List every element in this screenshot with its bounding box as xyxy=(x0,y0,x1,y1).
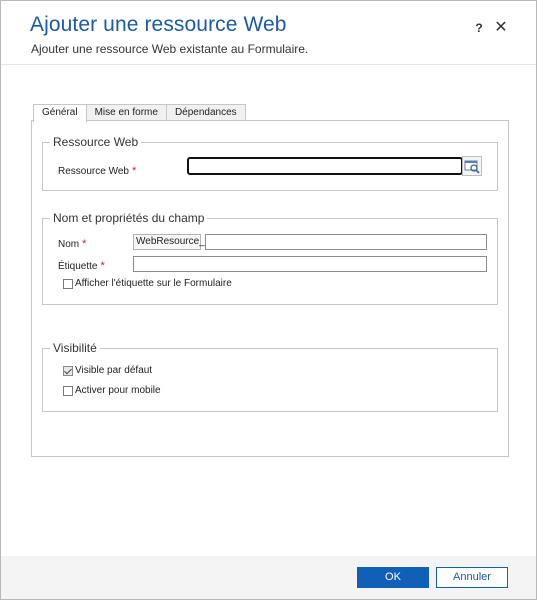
show-label-option[interactable]: Afficher l'étiquette sur le Formulaire xyxy=(63,278,232,289)
close-icon[interactable]: ✕ xyxy=(493,19,509,37)
required-asterisk: * xyxy=(82,238,87,250)
tab-dependencies[interactable]: Dépendances xyxy=(165,104,246,121)
required-asterisk: * xyxy=(131,165,137,177)
web-resource-label-text: Ressource Web xyxy=(58,166,129,177)
field-properties-legend: Nom et propriétés du champ xyxy=(53,211,205,225)
header-divider xyxy=(1,64,536,65)
show-label-text: Afficher l'étiquette sur le Formulaire xyxy=(75,278,232,289)
enable-mobile-text: Activer pour mobile xyxy=(75,385,161,396)
cancel-button[interactable]: Annuler xyxy=(436,567,508,588)
name-field-label: Nom * xyxy=(58,238,86,250)
name-prefix: WebResource_ xyxy=(133,234,205,250)
web-resource-field-label: Ressource Web * xyxy=(58,165,136,177)
lookup-icon xyxy=(464,160,480,174)
web-resource-legend: Ressource Web xyxy=(53,135,139,149)
tab-strip: Général Mise en forme Dépendances xyxy=(33,104,246,122)
enable-mobile-checkbox[interactable] xyxy=(63,385,73,396)
tab-formatting[interactable]: Mise en forme xyxy=(85,104,167,121)
label-field-label: Étiquette * xyxy=(58,260,105,272)
visibility-legend: Visibilité xyxy=(53,341,97,355)
web-resource-input[interactable] xyxy=(187,157,463,175)
add-web-resource-dialog: Ajouter une ressource Web Ajouter une re… xyxy=(0,0,537,600)
name-label-text: Nom xyxy=(58,239,80,250)
label-label-text: Étiquette xyxy=(58,261,98,272)
lookup-button[interactable] xyxy=(462,156,482,176)
visible-default-checkbox[interactable] xyxy=(63,365,73,376)
tab-general[interactable]: Général xyxy=(33,104,87,122)
ok-button[interactable]: OK xyxy=(357,567,429,588)
required-asterisk: * xyxy=(100,260,105,272)
visibility-section: Visibilité xyxy=(42,341,498,412)
name-input[interactable] xyxy=(205,234,487,250)
enable-mobile-option[interactable]: Activer pour mobile xyxy=(63,385,161,396)
dialog-title: Ajouter une ressource Web xyxy=(30,13,287,36)
visible-default-option[interactable]: Visible par défaut xyxy=(63,365,152,376)
help-icon[interactable]: ? xyxy=(472,21,486,37)
dialog-subtitle: Ajouter une ressource Web existante au F… xyxy=(31,42,309,56)
dialog-footer: OK Annuler xyxy=(1,556,536,599)
label-input[interactable] xyxy=(133,256,487,272)
tab-panel-general: Ressource Web Ressource Web * Nom et prop… xyxy=(31,120,509,457)
show-label-checkbox[interactable] xyxy=(63,278,73,289)
visible-default-text: Visible par défaut xyxy=(75,365,153,376)
